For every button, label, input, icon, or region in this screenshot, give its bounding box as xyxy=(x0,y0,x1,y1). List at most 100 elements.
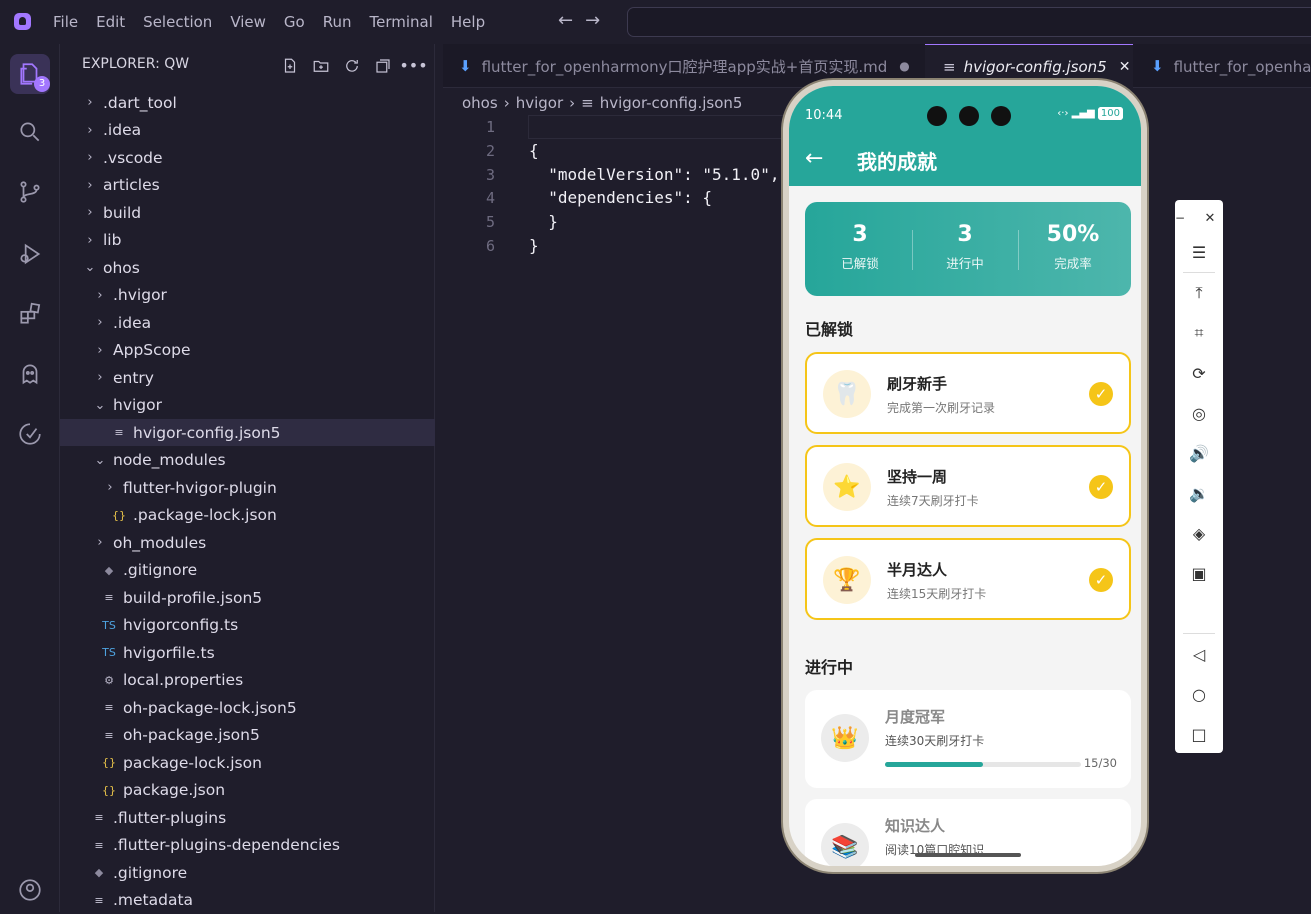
menu-terminal[interactable]: Terminal xyxy=(370,13,433,31)
tree-item[interactable]: › articles xyxy=(60,172,435,199)
tab-label: flutter_for_openharmony口腔护理app实战+首页实现.md xyxy=(481,57,888,76)
refresh-icon[interactable] xyxy=(340,54,363,77)
achievement-card[interactable]: 👑 月度冠军 连续30天刷牙打卡 15/30 xyxy=(805,690,1131,788)
tree-item[interactable]: ⌄ ohos xyxy=(60,254,435,281)
chevron-right-icon: › xyxy=(87,150,93,165)
tree-item[interactable]: ≡ .flutter-plugins-dependencies xyxy=(60,832,435,859)
collapse-all-icon[interactable] xyxy=(371,54,394,77)
tree-item[interactable]: › lib xyxy=(60,227,435,254)
pin-top-icon[interactable]: ⤒ xyxy=(1175,275,1223,311)
file-type-icon: ⚙ xyxy=(104,673,114,687)
tree-item[interactable]: {} package-lock.json xyxy=(60,749,435,776)
tab-profile-md[interactable]: ⬇ flutter_for_openharmony口腔护理app实战+个人中心实… xyxy=(1135,44,1311,88)
menu-edit[interactable]: Edit xyxy=(96,13,125,31)
crop-icon[interactable]: ⌗ xyxy=(1175,315,1223,351)
menu-file[interactable]: File xyxy=(53,13,78,31)
volume-down-icon[interactable]: 🔉 xyxy=(1175,475,1223,511)
new-file-icon[interactable] xyxy=(278,54,301,77)
menu-go[interactable]: Go xyxy=(284,13,305,31)
breadcrumb: ohos › hvigor › ≡ hvigor-config.json5 xyxy=(462,94,742,112)
forward-arrow-icon[interactable]: → xyxy=(585,10,600,31)
account-icon[interactable] xyxy=(10,870,50,910)
tree-item[interactable]: › .dart_tool xyxy=(60,89,435,116)
location-icon[interactable]: ◎ xyxy=(1175,395,1223,431)
tree-item-label: hvigorconfig.ts xyxy=(123,616,239,634)
achievement-title: 半月达人 xyxy=(887,561,948,579)
menu-help[interactable]: Help xyxy=(451,13,485,31)
file-type-icon: ≡ xyxy=(114,426,124,439)
rotate-icon[interactable]: ⟳ xyxy=(1175,355,1223,391)
tree-item[interactable]: › build xyxy=(60,199,435,226)
close-icon[interactable]: ✕ xyxy=(1195,200,1225,236)
breadcrumb-file[interactable]: hvigor-config.json5 xyxy=(600,94,743,112)
tree-item[interactable]: ≡ oh-package.json5 xyxy=(60,722,435,749)
tree-item[interactable]: › .vscode xyxy=(60,144,435,171)
tree-item[interactable]: ⌄ hvigor xyxy=(60,392,435,419)
run-debug-icon[interactable] xyxy=(10,234,50,274)
tree-item[interactable]: ≡ .metadata xyxy=(60,887,435,914)
tree-item-selected[interactable]: ≡ hvigor-config.json5 xyxy=(60,419,435,446)
volume-up-icon[interactable]: 🔊 xyxy=(1175,435,1223,471)
source-control-icon[interactable] xyxy=(10,172,50,212)
search-view-icon[interactable] xyxy=(10,112,50,152)
back-arrow-icon[interactable]: ← xyxy=(805,146,823,171)
tree-item[interactable]: TS hvigorconfig.ts xyxy=(60,612,435,639)
tree-item-label: oh-package.json5 xyxy=(123,726,260,744)
achievement-card[interactable]: ⭐ 坚持一周 连续7天刷牙打卡 ✓ xyxy=(805,445,1131,527)
more-actions-icon[interactable]: ••• xyxy=(399,54,427,77)
command-search-box[interactable]: ⌕ qw xyxy=(627,7,1311,37)
minimize-icon[interactable]: − xyxy=(1165,200,1195,236)
tree-item[interactable]: › flutter-hvigor-plugin xyxy=(60,474,435,501)
tree-item[interactable]: ≡ build-profile.json5 xyxy=(60,584,435,611)
extensions-icon[interactable] xyxy=(10,294,50,334)
tree-item[interactable]: › .idea xyxy=(60,309,435,336)
tree-item-label: .dart_tool xyxy=(103,93,177,112)
app-logo-icon xyxy=(14,13,31,30)
breadcrumb-ohos[interactable]: ohos xyxy=(462,94,498,112)
stat-in-progress: 3 进行中 xyxy=(915,222,1015,272)
achievement-card[interactable]: 🦷 刷牙新手 完成第一次刷牙记录 ✓ xyxy=(805,352,1131,434)
tree-item[interactable]: ≡ oh-package-lock.json5 xyxy=(60,694,435,721)
stat-value: 3 xyxy=(957,222,973,247)
devices-icon[interactable]: ▣ xyxy=(1175,555,1223,591)
chevron-right-icon: › xyxy=(503,94,510,112)
signal-icon: ‹·› ▂▄▆ xyxy=(1057,108,1098,119)
screenshot-icon[interactable]: ◈ xyxy=(1175,515,1223,551)
file-type-icon: ≡ xyxy=(104,591,114,604)
tree-item-label: node_modules xyxy=(113,451,226,469)
tree-item[interactable]: › AppScope xyxy=(60,337,435,364)
nav-recents-icon[interactable]: □ xyxy=(1175,716,1223,752)
explorer-panel: EXPLORER: QW ••• › .dart_tool › .idea › .vsco… xyxy=(60,44,435,912)
tree-item[interactable]: ◆ .gitignore xyxy=(60,557,435,584)
ghost-extension-icon[interactable] xyxy=(10,354,50,394)
menu-icon[interactable]: ☰ xyxy=(1175,234,1223,270)
tree-item[interactable]: {} package.json xyxy=(60,777,435,804)
chevron-down-icon: ⌄ xyxy=(94,397,106,413)
tree-item[interactable]: › .hvigor xyxy=(60,282,435,309)
home-indicator[interactable] xyxy=(915,853,1021,857)
tree-item[interactable]: ⌄ node_modules xyxy=(60,447,435,474)
explorer-icon[interactable]: 3 xyxy=(10,54,50,94)
menu-selection[interactable]: Selection xyxy=(143,13,212,31)
tree-item[interactable]: › oh_modules xyxy=(60,529,435,556)
tree-item[interactable]: {} .package-lock.json xyxy=(60,502,435,529)
tree-item-label: build xyxy=(103,203,142,222)
menu-view[interactable]: View xyxy=(230,13,266,31)
nav-home-icon[interactable]: ○ xyxy=(1175,676,1223,712)
new-folder-icon[interactable] xyxy=(309,54,332,77)
tree-item[interactable]: ◆ .gitignore xyxy=(60,859,435,886)
tree-item[interactable]: › .idea xyxy=(60,117,435,144)
achievement-card[interactable]: 🏆 半月达人 连续15天刷牙打卡 ✓ xyxy=(805,538,1131,620)
tree-item[interactable]: ⚙ local.properties xyxy=(60,667,435,694)
nav-back-icon[interactable]: ◁ xyxy=(1175,636,1223,672)
remote-extension-icon[interactable] xyxy=(10,414,50,454)
code-line: "modelVersion": "5.1.0", xyxy=(529,165,780,184)
menu-run[interactable]: Run xyxy=(323,13,352,31)
breadcrumb-hvigor[interactable]: hvigor xyxy=(516,94,563,112)
tree-item[interactable]: › entry xyxy=(60,364,435,391)
camera-cutouts xyxy=(927,106,1011,126)
close-tab-icon[interactable]: ✕ xyxy=(1119,59,1131,75)
tree-item[interactable]: ≡ .flutter-plugins xyxy=(60,804,435,831)
back-arrow-icon[interactable]: ← xyxy=(558,10,573,31)
tree-item[interactable]: TS hvigorfile.ts xyxy=(60,639,435,666)
